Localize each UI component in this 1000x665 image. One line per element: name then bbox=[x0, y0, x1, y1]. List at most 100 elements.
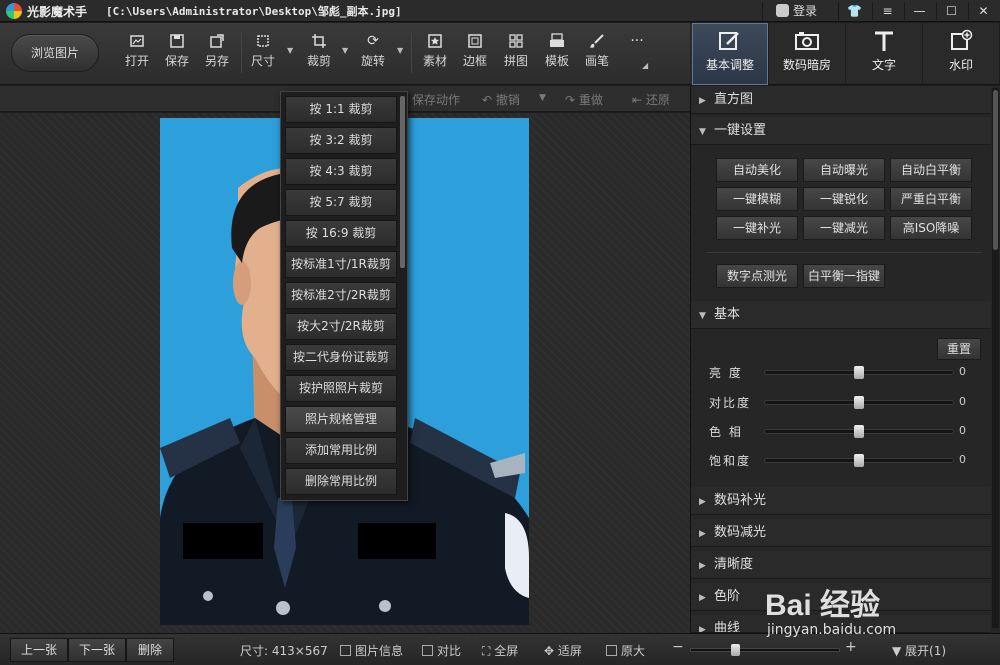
crop-button[interactable]: 裁剪 bbox=[299, 33, 339, 69]
crop-icon bbox=[311, 33, 327, 49]
undo-button[interactable]: ↶ 撤销 bbox=[482, 91, 520, 108]
contrast-value: 0 bbox=[959, 395, 966, 408]
minimize-button[interactable]: — bbox=[904, 2, 934, 20]
crop-option-1inch[interactable]: 按标准1寸/1R裁剪 bbox=[285, 251, 397, 278]
crop-option-passport[interactable]: 按护照照片裁剪 bbox=[285, 375, 397, 402]
minimize-icon: — bbox=[913, 4, 926, 18]
maximize-button[interactable]: ☐ bbox=[936, 2, 966, 20]
brush-button[interactable]: 画笔 bbox=[577, 33, 617, 69]
resize-button[interactable]: 尺寸 bbox=[243, 33, 283, 69]
section-one-click[interactable]: ▼ 一键设置 bbox=[691, 117, 991, 145]
hue-slider-thumb[interactable] bbox=[854, 425, 864, 438]
strong-white-balance-button[interactable]: 严重白平衡 bbox=[890, 187, 972, 211]
collapse-arrow-icon: ▼ bbox=[699, 127, 706, 137]
more-tools-button[interactable]: ··· bbox=[617, 33, 657, 52]
crop-option-5-7[interactable]: 按 5:7 裁剪 bbox=[285, 189, 397, 216]
fullscreen-button[interactable]: ⛶ 全屏 bbox=[482, 642, 518, 659]
reset-button[interactable]: 重置 bbox=[937, 338, 981, 360]
panel-scrollbar[interactable] bbox=[992, 88, 999, 628]
more-expand-icon[interactable]: ◢ bbox=[642, 61, 652, 71]
camera-icon bbox=[794, 29, 820, 53]
fit-screen-button[interactable]: ✥ 适屏 bbox=[544, 642, 582, 659]
tab-text[interactable]: 文字 bbox=[846, 23, 923, 85]
next-image-button[interactable]: 下一张 bbox=[68, 638, 126, 662]
hue-slider[interactable] bbox=[764, 425, 954, 438]
section-basic[interactable]: ▼ 基本 bbox=[691, 301, 991, 329]
tab-watermark[interactable]: 水印 bbox=[923, 23, 1000, 85]
crop-option-id-card[interactable]: 按二代身份证裁剪 bbox=[285, 344, 397, 371]
template-button[interactable]: 模板 bbox=[537, 33, 577, 69]
undo-label: 撤销 bbox=[495, 93, 520, 107]
login-button[interactable]: 登录 bbox=[762, 2, 830, 20]
close-button[interactable]: ✕ bbox=[968, 2, 998, 20]
section-reduce-light[interactable]: ▶ 数码减光 bbox=[691, 519, 991, 547]
save-label: 保存 bbox=[164, 54, 189, 68]
tab-darkroom[interactable]: 数码暗房 bbox=[769, 23, 846, 85]
one-click-reduce-light-button[interactable]: 一键减光 bbox=[803, 216, 885, 240]
section-fill-light[interactable]: ▶ 数码补光 bbox=[691, 487, 991, 515]
prev-image-button[interactable]: 上一张 bbox=[10, 638, 68, 662]
save-button[interactable]: 保存 bbox=[157, 33, 197, 69]
save-action-button[interactable]: 保存动作 bbox=[412, 91, 460, 108]
saturation-slider-thumb[interactable] bbox=[854, 454, 864, 467]
contrast-label: 对比度 bbox=[709, 396, 752, 410]
contrast-slider[interactable] bbox=[764, 396, 954, 409]
auto-exposure-button[interactable]: 自动曝光 bbox=[803, 158, 885, 182]
zoom-slider-thumb[interactable] bbox=[731, 644, 740, 656]
browse-images-button[interactable]: 浏览图片 bbox=[11, 34, 99, 72]
delete-image-button[interactable]: 删除 bbox=[126, 638, 174, 662]
undo-dropdown-arrow[interactable]: ▼ bbox=[539, 93, 546, 103]
crop-dropdown-arrow[interactable]: ▼ bbox=[342, 46, 352, 56]
high-iso-denoise-button[interactable]: 高ISO降噪 bbox=[890, 216, 972, 240]
shirt-icon: 👕 bbox=[847, 4, 862, 18]
skin-button[interactable]: 👕 bbox=[838, 2, 870, 20]
crop-option-1-1[interactable]: 按 1:1 裁剪 bbox=[285, 96, 397, 123]
crop-option-3-2[interactable]: 按 3:2 裁剪 bbox=[285, 127, 397, 154]
brightness-slider-thumb[interactable] bbox=[854, 366, 864, 379]
more-icon: ··· bbox=[630, 33, 644, 49]
crop-option-16-9[interactable]: 按 16:9 裁剪 bbox=[285, 220, 397, 247]
zoom-out-button[interactable]: − bbox=[672, 639, 684, 655]
rotate-button[interactable]: ⟳ 旋转 bbox=[353, 33, 393, 69]
image-info-button[interactable]: 图片信息 bbox=[340, 642, 403, 659]
auto-white-balance-button[interactable]: 自动白平衡 bbox=[890, 158, 972, 182]
tab-basic-adjust[interactable]: 基本调整 bbox=[692, 23, 769, 85]
original-size-button[interactable]: 原大 bbox=[606, 642, 645, 659]
rotate-dropdown-arrow[interactable]: ▼ bbox=[397, 46, 407, 56]
resize-dropdown-arrow[interactable]: ▼ bbox=[287, 46, 297, 56]
save-as-button[interactable]: 另存 bbox=[197, 33, 237, 69]
restore-button[interactable]: ⇤ 还原 bbox=[632, 91, 670, 108]
material-button[interactable]: 素材 bbox=[415, 33, 455, 69]
section-clarity-label: 清晰度 bbox=[714, 557, 754, 572]
digital-spot-metering-button[interactable]: 数字点测光 bbox=[716, 264, 798, 288]
one-click-sharpen-button[interactable]: 一键锐化 bbox=[803, 187, 885, 211]
one-click-fill-light-button[interactable]: 一键补光 bbox=[716, 216, 798, 240]
section-histogram[interactable]: ▶ 直方图 bbox=[691, 86, 991, 114]
panel-scrollbar-thumb[interactable] bbox=[993, 90, 998, 250]
collage-icon bbox=[508, 33, 524, 49]
redo-button[interactable]: ↷ 重做 bbox=[565, 91, 603, 108]
main-menu-button[interactable]: ≡ bbox=[872, 2, 902, 20]
photo-spec-manage-item[interactable]: 照片规格管理 bbox=[285, 406, 397, 433]
crop-menu-scrollbar[interactable] bbox=[400, 96, 405, 268]
open-button[interactable]: 打开 bbox=[117, 33, 157, 69]
section-fill-light-label: 数码补光 bbox=[714, 493, 767, 508]
auto-beautify-button[interactable]: 自动美化 bbox=[716, 158, 798, 182]
border-label: 边框 bbox=[462, 54, 487, 68]
rotate-label: 旋转 bbox=[360, 54, 385, 68]
delete-ratio-item[interactable]: 删除常用比例 bbox=[285, 468, 397, 495]
white-balance-one-touch-button[interactable]: 白平衡一指键 bbox=[803, 264, 885, 288]
one-click-blur-button[interactable]: 一键模糊 bbox=[716, 187, 798, 211]
section-levels-label: 色阶 bbox=[714, 589, 741, 604]
restore-label: 还原 bbox=[645, 93, 670, 107]
brightness-slider[interactable] bbox=[764, 366, 954, 379]
collage-button[interactable]: 拼图 bbox=[496, 33, 536, 69]
contrast-slider-thumb[interactable] bbox=[854, 396, 864, 409]
border-button[interactable]: 边框 bbox=[455, 33, 495, 69]
crop-option-large-2inch[interactable]: 按大2寸/2R裁剪 bbox=[285, 313, 397, 340]
crop-option-4-3[interactable]: 按 4:3 裁剪 bbox=[285, 158, 397, 185]
add-ratio-item[interactable]: 添加常用比例 bbox=[285, 437, 397, 464]
compare-button[interactable]: 对比 bbox=[422, 642, 461, 659]
saturation-slider[interactable] bbox=[764, 454, 954, 467]
crop-option-2inch[interactable]: 按标准2寸/2R裁剪 bbox=[285, 282, 397, 309]
